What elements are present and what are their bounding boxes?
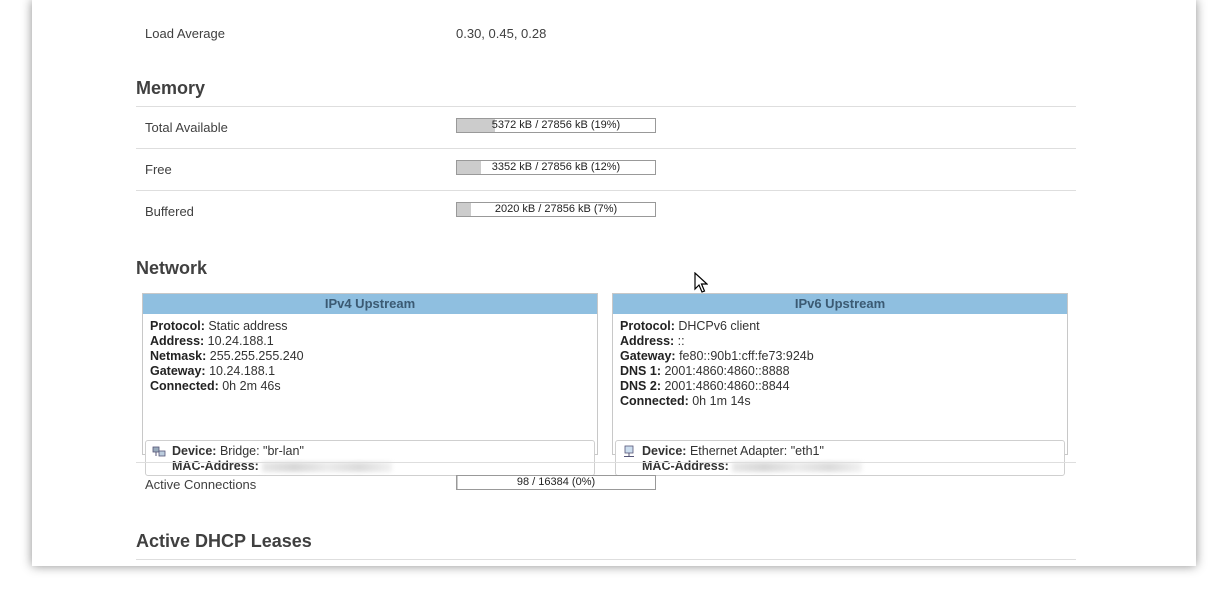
memory-buffered-value: 2020 kB / 27856 kB (7%) — [494, 203, 618, 215]
memory-total-label: Total Available — [145, 120, 228, 135]
mouse-cursor-icon — [694, 272, 708, 293]
ipv6-protocol: DHCPv6 client — [678, 319, 760, 333]
ipv4-device: Bridge: "br-lan" — [219, 444, 304, 458]
active-connections-bar: 98 / 16384 (0%) — [456, 475, 656, 490]
ipv4-upstream-box: IPv4 Upstream Protocol: Static address A… — [142, 293, 598, 455]
ipv6-device: Ethernet Adapter: "eth1" — [689, 444, 824, 458]
memory-buffered-bar: 2020 kB / 27856 kB (7%) — [456, 202, 656, 217]
divider — [136, 190, 1076, 191]
field-label: Address: — [620, 334, 675, 348]
memory-section-title: Memory — [136, 78, 206, 98]
field-label: Netmask: — [150, 349, 207, 363]
field-label: Protocol: — [150, 319, 205, 333]
memory-free-value: 3352 kB / 27856 kB (12%) — [491, 161, 621, 173]
ipv6-dns2: 2001:4860:4860::8844 — [664, 379, 790, 393]
ipv6-upstream-header: IPv6 Upstream — [613, 294, 1067, 314]
ipv4-netmask: 255.255.255.240 — [209, 349, 304, 363]
load-average-value: 0.30, 0.45, 0.28 — [456, 26, 547, 41]
active-connections-label: Active Connections — [145, 477, 257, 492]
divider — [136, 148, 1076, 149]
bridge-icon — [152, 446, 166, 457]
memory-free-label: Free — [145, 162, 172, 177]
field-label: Connected: — [150, 379, 219, 393]
memory-free-bar: 3352 kB / 27856 kB (12%) — [456, 160, 656, 175]
divider — [136, 559, 1076, 560]
ipv4-upstream-details: Protocol: Static address Address: 10.24.… — [143, 314, 597, 399]
dhcp-section-title: Active DHCP Leases — [136, 531, 312, 551]
ethernet-icon — [624, 445, 634, 457]
ipv6-upstream-details: Protocol: DHCPv6 client Address: :: Gate… — [613, 314, 1067, 414]
status-page: Load Average 0.30, 0.45, 0.28 Memory Tot… — [32, 0, 1196, 566]
load-average-label: Load Average — [145, 26, 225, 41]
network-section-title: Network — [136, 258, 208, 278]
ipv4-gateway: 10.24.188.1 — [209, 364, 276, 378]
memory-total-value: 5372 kB / 27856 kB (19%) — [491, 119, 621, 131]
ipv4-address: 10.24.188.1 — [207, 334, 274, 348]
field-label: Device: — [172, 444, 217, 458]
ipv4-connected: 0h 2m 46s — [222, 379, 281, 393]
ipv6-address: :: — [677, 334, 685, 348]
memory-buffered-label: Buffered — [145, 204, 194, 219]
ipv4-upstream-header: IPv4 Upstream — [143, 294, 597, 314]
ipv6-dns1: 2001:4860:4860::8888 — [664, 364, 790, 378]
ipv6-gateway: fe80::90b1:cff:fe73:924b — [679, 349, 814, 363]
active-connections-value: 98 / 16384 (0%) — [516, 476, 596, 488]
field-label: Gateway: — [620, 349, 676, 363]
ipv4-protocol: Static address — [208, 319, 288, 333]
ipv6-device-card: Device: Ethernet Adapter: "eth1" MAC-Add… — [615, 440, 1065, 476]
redacted-mac — [732, 461, 863, 472]
ipv6-connected: 0h 1m 14s — [692, 394, 751, 408]
field-label: DNS 2: — [620, 379, 661, 393]
memory-total-bar: 5372 kB / 27856 kB (19%) — [456, 118, 656, 133]
divider — [136, 462, 1076, 463]
field-label: DNS 1: — [620, 364, 661, 378]
field-label: Connected: — [620, 394, 689, 408]
redacted-mac — [262, 461, 393, 472]
ipv6-upstream-box: IPv6 Upstream Protocol: DHCPv6 client Ad… — [612, 293, 1068, 455]
field-label: Address: — [150, 334, 205, 348]
ipv4-device-card: Device: Bridge: "br-lan" MAC-Address: — [145, 440, 595, 476]
field-label: Protocol: — [620, 319, 675, 333]
field-label: Device: — [642, 444, 687, 458]
divider — [136, 106, 1076, 107]
field-label: Gateway: — [150, 364, 206, 378]
